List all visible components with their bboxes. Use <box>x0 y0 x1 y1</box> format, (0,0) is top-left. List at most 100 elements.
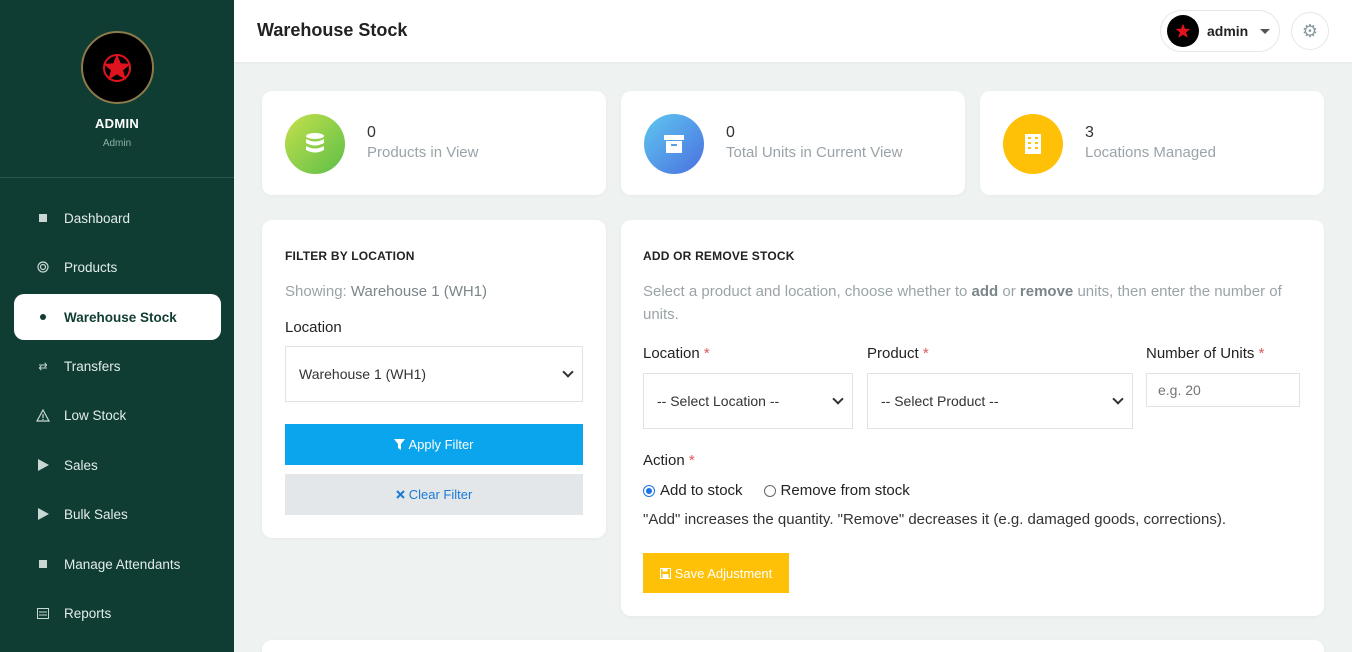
avatar <box>1167 15 1199 47</box>
stat-label: Locations Managed <box>1085 144 1216 161</box>
user-name: admin <box>1207 23 1249 39</box>
database-icon <box>285 114 345 174</box>
adjust-product-select[interactable]: -- Select Product -- <box>867 373 1133 429</box>
save-adjustment-label: Save Adjustment <box>674 565 773 581</box>
desc-remove: remove <box>1019 283 1074 300</box>
sidebar-item-label: Sales <box>64 457 98 473</box>
sidebar-item-label: Products <box>64 259 118 275</box>
adjust-stock-card: ADD OR REMOVE STOCK Select a product and… <box>621 220 1324 616</box>
sidebar: ADMIN Admin Dashboard Products Warehouse… <box>0 0 234 652</box>
units-label-text: Number of Units <box>1146 345 1255 362</box>
sidebar-profile: ADMIN Admin <box>0 0 234 178</box>
close-icon <box>395 490 405 499</box>
stat-label: Total Units in Current View <box>726 144 903 161</box>
stat-value: 0 <box>367 124 376 141</box>
dot-icon <box>36 310 50 324</box>
stat-card-units: 0 Total Units in Current View <box>621 91 965 195</box>
building-icon <box>1003 114 1063 174</box>
sidebar-item-label: Reports <box>64 605 112 621</box>
desc-text: Select a product and location, choose wh… <box>643 283 968 300</box>
chevron-down-icon <box>832 393 844 405</box>
sidebar-item-label: Warehouse Stock <box>64 309 177 325</box>
location-label: Location * <box>643 345 710 362</box>
warning-icon <box>36 408 50 422</box>
sidebar-item-sales[interactable]: Sales <box>14 442 221 488</box>
product-select-value: -- Select Product -- <box>881 393 999 409</box>
sidebar-item-label: Low Stock <box>64 407 127 423</box>
play-icon <box>36 507 50 521</box>
exchange-icon: ⇄ <box>38 360 48 373</box>
units-label: Number of Units * <box>1146 345 1264 362</box>
top-header: Warehouse Stock admin ⚙ <box>234 0 1352 62</box>
sidebar-item-manage-attendants[interactable]: Manage Attendants <box>14 541 221 587</box>
desc-or: or <box>1002 283 1016 300</box>
archive-icon <box>644 114 704 174</box>
apply-filter-button[interactable]: Apply Filter <box>285 424 583 465</box>
radio-remove-label: Remove from stock <box>780 482 910 499</box>
location-select-value: Warehouse 1 (WH1) <box>299 366 427 382</box>
play-icon <box>36 458 50 472</box>
section-title: ADD OR REMOVE STOCK <box>643 249 795 263</box>
apply-filter-label: Apply Filter <box>408 437 474 452</box>
stat-label: Products in View <box>367 144 479 161</box>
caret-down-icon <box>1260 28 1271 34</box>
square-icon <box>36 557 50 571</box>
chevron-down-icon <box>562 366 574 378</box>
square-icon <box>36 211 50 225</box>
profile-name: ADMIN <box>94 116 140 131</box>
location-label: Location <box>285 319 342 336</box>
stock-table-card <box>262 640 1324 652</box>
desc-text: units, then enter the <box>1077 283 1211 300</box>
required-mark: * <box>703 345 710 362</box>
radio-checked-icon <box>643 484 655 497</box>
filter-showing: Showing: Warehouse 1 (WH1) <box>285 283 487 300</box>
stat-card-locations: 3 Locations Managed <box>980 91 1324 195</box>
save-adjustment-button[interactable]: Save Adjustment <box>643 553 789 593</box>
sidebar-item-label: Manage Attendants <box>64 556 181 572</box>
action-label: Action * <box>643 452 695 469</box>
clear-filter-button[interactable]: Clear Filter <box>285 474 583 515</box>
section-title: FILTER BY LOCATION <box>285 249 415 263</box>
user-menu-button[interactable]: admin <box>1160 10 1280 52</box>
sidebar-item-bulk-sales[interactable]: Bulk Sales <box>14 491 221 537</box>
radio-add-to-stock[interactable]: Add to stock <box>643 482 743 499</box>
target-icon <box>36 260 50 274</box>
action-label-text: Action <box>643 452 685 469</box>
showing-prefix: Showing: <box>285 283 347 300</box>
avatar[interactable] <box>80 31 154 104</box>
adjust-description: Select a product and location, choose wh… <box>643 280 1283 326</box>
profile-role: Admin <box>102 138 132 149</box>
action-hint: "Add" increases the quantity. "Remove" d… <box>643 511 1226 528</box>
showing-value: Warehouse 1 (WH1) <box>350 283 488 300</box>
required-mark: * <box>922 345 929 362</box>
stat-value: 3 <box>1085 124 1094 141</box>
filter-card: FILTER BY LOCATION Showing: Warehouse 1 … <box>262 220 606 538</box>
location-label-text: Location <box>643 345 700 362</box>
chevron-down-icon <box>1112 393 1124 405</box>
desc-add: add <box>971 283 999 300</box>
sidebar-item-warehouse-stock[interactable]: Warehouse Stock <box>14 294 221 340</box>
product-label-text: Product <box>867 345 919 362</box>
clear-filter-label: Clear Filter <box>408 487 473 502</box>
product-label: Product * <box>867 345 929 362</box>
sidebar-item-products[interactable]: Products <box>14 244 221 290</box>
sidebar-item-low-stock[interactable]: Low Stock <box>14 392 221 438</box>
sidebar-item-dashboard[interactable]: Dashboard <box>14 195 221 241</box>
sidebar-item-label: Bulk Sales <box>64 506 128 522</box>
required-mark: * <box>1258 345 1265 362</box>
radio-remove-from-stock[interactable]: Remove from stock <box>763 482 910 499</box>
stat-value: 0 <box>726 124 735 141</box>
gear-icon: ⚙ <box>1301 20 1319 41</box>
location-select-value: -- Select Location -- <box>657 393 780 409</box>
sidebar-item-transfers[interactable]: ⇄ Transfers <box>14 343 221 389</box>
settings-button[interactable]: ⚙ <box>1291 12 1329 50</box>
stat-card-products: 0 Products in View <box>262 91 606 195</box>
list-icon <box>36 606 50 620</box>
radio-unchecked-icon <box>763 484 776 497</box>
sidebar-item-reports[interactable]: Reports <box>14 590 221 636</box>
location-select[interactable]: Warehouse 1 (WH1) <box>285 346 583 402</box>
units-input[interactable] <box>1146 373 1300 407</box>
star-logo-icon <box>103 53 131 82</box>
adjust-location-select[interactable]: -- Select Location -- <box>643 373 853 429</box>
page-title: Warehouse Stock <box>257 20 408 40</box>
